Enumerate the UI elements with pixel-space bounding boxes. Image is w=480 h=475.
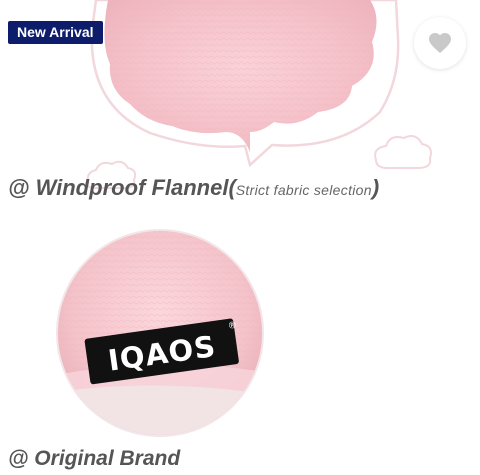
favorite-button[interactable] [414,17,466,69]
brand-caption: @ Original Brand [8,447,181,470]
new-arrival-badge: New Arrival [8,21,103,44]
heart-icon [429,33,451,53]
fabric-caption: @ Windproof Flannel(Strict fabric select… [8,175,379,201]
fabric-caption-title: @ Windproof Flannel( [8,175,236,200]
fabric-caption-close: ) [371,175,380,200]
product-image: IQAOS ® [56,0,432,437]
fabric-caption-detail: Strict fabric selection [235,182,372,198]
registered-mark: ® [227,321,237,332]
